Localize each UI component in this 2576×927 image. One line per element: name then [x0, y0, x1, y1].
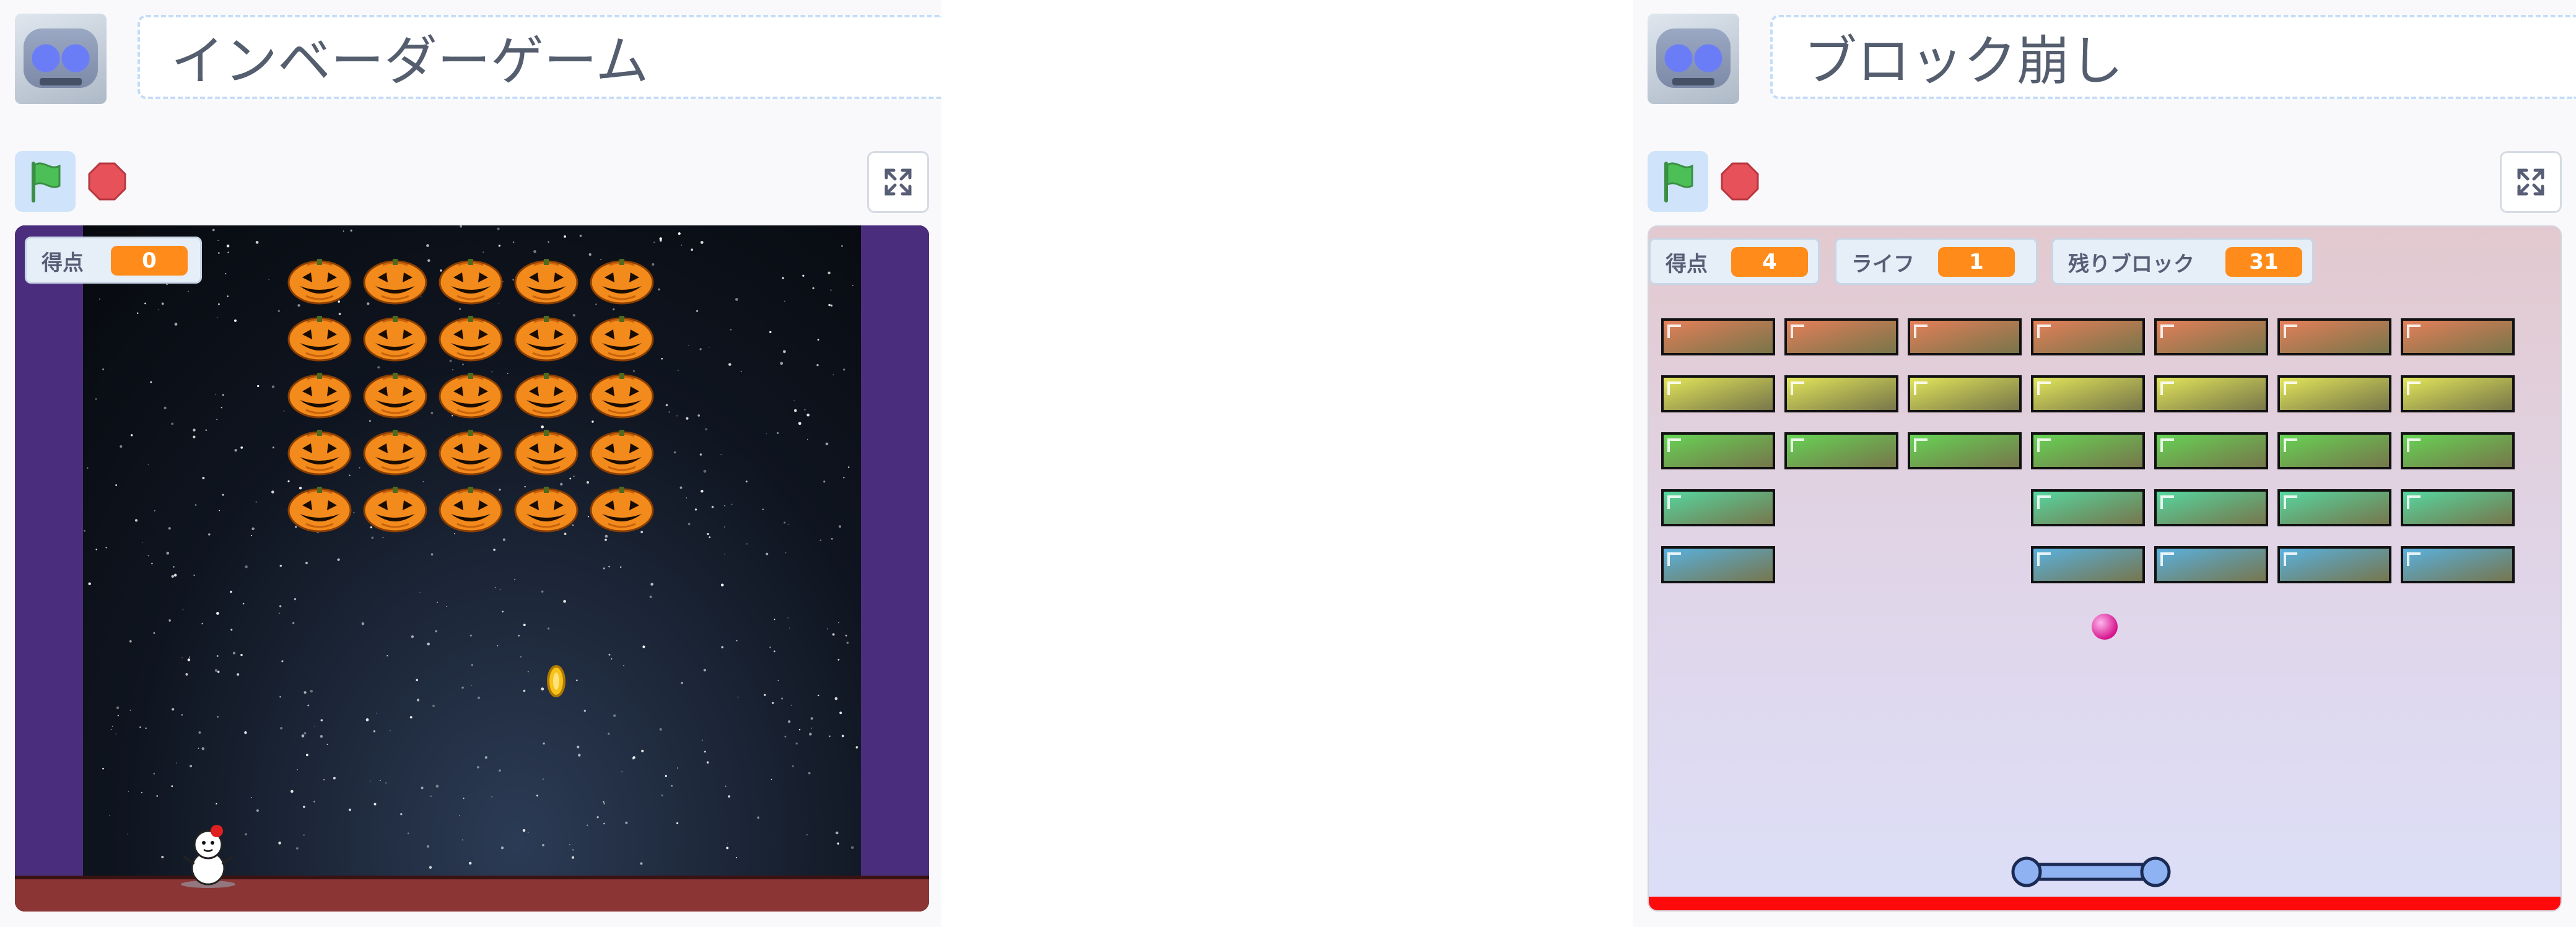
- brick: [2154, 489, 2268, 526]
- pumpkin-icon: [514, 316, 579, 362]
- pumpkin-icon: [590, 430, 654, 476]
- robot-mouth: [1672, 78, 1714, 85]
- project-avatar[interactable]: [15, 14, 107, 104]
- game-stage[interactable]: 得点 4 ライフ 1 残りブロック 31: [1648, 225, 2562, 912]
- pumpkin-icon: [439, 487, 503, 533]
- pumpkin-icon: [590, 259, 654, 305]
- pumpkin-icon: [287, 373, 352, 419]
- robot-mouth: [40, 78, 82, 85]
- brick: [1661, 375, 1775, 412]
- pumpkin-icon: [363, 487, 427, 533]
- brick: [2277, 546, 2391, 583]
- fullscreen-icon: [2517, 168, 2544, 196]
- pumpkin-icon: [514, 259, 579, 305]
- pumpkin-icon: [287, 259, 352, 305]
- pumpkin-icon: [287, 487, 352, 533]
- project-header: インベーダーゲーム: [15, 11, 941, 104]
- pumpkin-icon: [439, 430, 503, 476]
- fullscreen-icon: [884, 168, 912, 196]
- brick: [2401, 546, 2515, 583]
- green-flag-icon: [1664, 162, 1693, 202]
- brick: [2401, 318, 2515, 355]
- pumpkin-icon: [590, 316, 654, 362]
- paddle-icon[interactable]: [2011, 853, 2172, 890]
- pumpkin-icon: [439, 259, 503, 305]
- brick: [2154, 375, 2268, 412]
- ball-icon: [2092, 614, 2118, 640]
- project-avatar[interactable]: [1648, 14, 1739, 104]
- brick: [1661, 318, 1775, 355]
- enemy-grid: [287, 259, 654, 533]
- stop-sign-icon: [88, 162, 126, 201]
- brick: [1661, 432, 1775, 469]
- game-stage[interactable]: 得点 0: [15, 225, 929, 912]
- pumpkin-icon: [363, 316, 427, 362]
- green-flag-button[interactable]: [15, 151, 76, 212]
- project-title: ブロック崩し: [1804, 30, 2123, 92]
- brick: [1784, 432, 1898, 469]
- bottom-deadline: [1649, 897, 2561, 910]
- green-flag-icon: [32, 162, 61, 202]
- project-header: ブロック崩し: [1648, 11, 2576, 104]
- brick: [2031, 546, 2145, 583]
- fullscreen-button[interactable]: [2500, 151, 2562, 213]
- brick: [2031, 489, 2145, 526]
- brick: [1908, 432, 2022, 469]
- brick: [2154, 318, 2268, 355]
- brick: [2031, 432, 2145, 469]
- snowman-icon[interactable]: [177, 822, 239, 890]
- pumpkin-icon: [363, 430, 427, 476]
- stop-sign-icon: [1721, 162, 1759, 201]
- pumpkin-icon: [363, 373, 427, 419]
- pumpkin-icon: [363, 259, 427, 305]
- pumpkin-icon: [514, 487, 579, 533]
- brick: [1661, 489, 1775, 526]
- brick: [1908, 375, 2022, 412]
- brick: [2154, 546, 2268, 583]
- pumpkin-icon: [287, 430, 352, 476]
- brick: [2277, 375, 2391, 412]
- project-panel-invader: インベーダーゲーム 得点 0: [0, 0, 941, 927]
- brick: [2031, 375, 2145, 412]
- brick: [2277, 432, 2391, 469]
- fullscreen-button[interactable]: [867, 151, 929, 213]
- stop-button[interactable]: [88, 162, 126, 201]
- project-panel-breakout: ブロック崩し 得点 4 ライフ 1 残りブロック 31: [1633, 0, 2576, 927]
- pumpkin-icon: [439, 316, 503, 362]
- brick: [1784, 318, 1898, 355]
- stage-controls: [1648, 151, 2576, 213]
- pumpkin-icon: [590, 487, 654, 533]
- brick: [2401, 432, 2515, 469]
- pumpkin-icon: [287, 316, 352, 362]
- brick: [1661, 546, 1775, 583]
- brick: [1908, 318, 2022, 355]
- pumpkin-icon: [439, 373, 503, 419]
- project-title-field[interactable]: ブロック崩し: [1770, 15, 2576, 99]
- green-flag-button[interactable]: [1648, 151, 1708, 212]
- pumpkin-icon: [590, 373, 654, 419]
- project-title: インベーダーゲーム: [171, 30, 649, 92]
- brick: [2401, 375, 2515, 412]
- stage-controls: [15, 151, 941, 213]
- block-grid: [1661, 318, 2515, 583]
- brick: [1784, 375, 1898, 412]
- brick: [2154, 432, 2268, 469]
- project-title-field[interactable]: インベーダーゲーム: [138, 15, 941, 99]
- coin-icon: [547, 665, 565, 697]
- brick: [2031, 318, 2145, 355]
- pumpkin-icon: [514, 430, 579, 476]
- stop-button[interactable]: [1721, 162, 1759, 201]
- brick: [2277, 489, 2391, 526]
- brick: [2401, 489, 2515, 526]
- pumpkin-icon: [514, 373, 579, 419]
- brick: [2277, 318, 2391, 355]
